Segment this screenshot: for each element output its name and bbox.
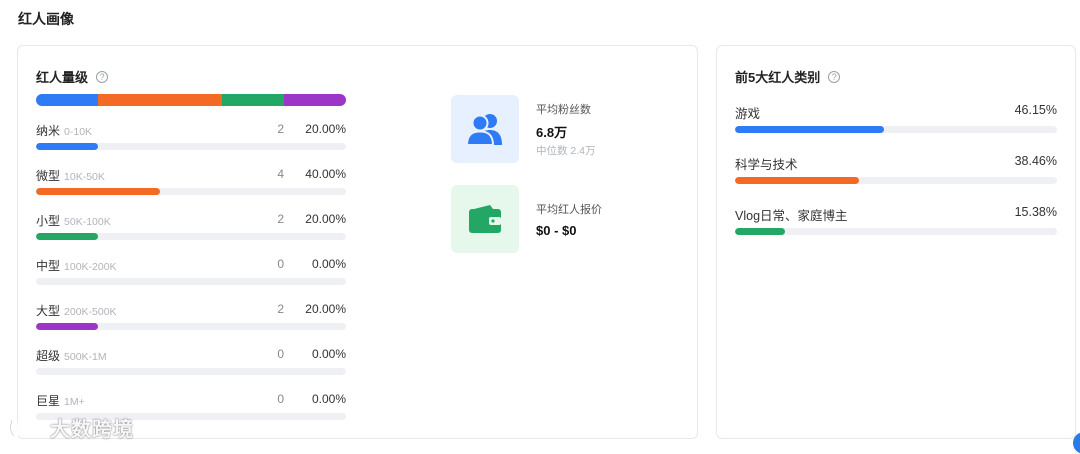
tier-progress-fill	[36, 188, 160, 195]
tier-bar-segment	[222, 94, 284, 106]
categories-card-title: 前5大红人类别	[735, 70, 821, 85]
watermark-text: 大数跨境	[50, 419, 134, 441]
category-name: Vlog日常、家庭博主	[735, 209, 848, 223]
category-progress-track	[735, 126, 1057, 133]
tier-row: 小型 50K-100K 2 20.00%	[36, 212, 346, 240]
tier-name: 超级 500K-1M	[36, 349, 107, 363]
avg-price-label: 平均红人报价	[536, 204, 602, 216]
wallet-icon	[451, 185, 519, 253]
tier-percent: 40.00%	[305, 167, 346, 181]
tier-percent: 20.00%	[305, 302, 346, 316]
category-percent: 15.38%	[1014, 205, 1057, 219]
question-circle-icon[interactable]: ?	[96, 70, 109, 83]
tier-count: 0	[277, 347, 284, 361]
tier-percent: 20.00%	[305, 122, 346, 136]
tier-count: 0	[277, 257, 284, 271]
tier-range: 500K-1M	[64, 351, 107, 363]
category-row: 游戏 46.15%	[735, 103, 1057, 133]
tier-range: 200K-500K	[64, 306, 117, 318]
tier-name: 纳米 0-10K	[36, 124, 93, 138]
tier-progress-track	[36, 188, 346, 195]
category-row: 科学与技术 38.46%	[735, 154, 1057, 184]
tier-progress-fill	[36, 233, 98, 240]
median-followers: 中位数 2.4万	[536, 145, 596, 157]
tier-percent: 0.00%	[311, 257, 346, 271]
tier-percent: 0.00%	[311, 392, 346, 406]
tier-range: 0-10K	[64, 126, 93, 138]
category-percent: 46.15%	[1014, 103, 1057, 117]
users-icon	[451, 95, 519, 163]
tier-row: 中型 100K-200K 0 0.00%	[36, 257, 346, 285]
category-progress-fill	[735, 228, 785, 235]
tier-range: 50K-100K	[64, 216, 111, 228]
tier-percent: 0.00%	[311, 347, 346, 361]
category-progress-fill	[735, 177, 859, 184]
tier-row: 超级 500K-1M 0 0.00%	[36, 347, 346, 375]
top-categories-card: 前5大红人类别 ? 游戏 46.15% 科学与技术 38.46% Vlog日常、家庭博主…	[716, 45, 1076, 439]
avg-followers-value: 6.8万	[536, 125, 568, 140]
tier-row: 纳米 0-10K 2 20.00%	[36, 122, 346, 150]
tier-progress-track	[36, 368, 346, 375]
tier-progress-track	[36, 278, 346, 285]
tier-range: 100K-200K	[64, 261, 117, 273]
tier-count: 0	[277, 392, 284, 406]
categories-card-header: 前5大红人类别 ?	[735, 67, 841, 86]
tier-bar-segment	[284, 94, 346, 106]
tier-card-title: 红人量级	[36, 70, 89, 85]
category-name: 科学与技术	[735, 158, 798, 172]
tier-count: 2	[277, 212, 284, 226]
tier-row: 微型 10K-50K 4 40.00%	[36, 167, 346, 195]
tier-bar-segment	[98, 94, 222, 106]
tier-name: 大型 200K-500K	[36, 304, 117, 318]
tier-progress-track	[36, 143, 346, 150]
page-title: 红人画像	[18, 11, 74, 27]
category-progress-track	[735, 228, 1057, 235]
category-percent: 38.46%	[1014, 154, 1057, 168]
tier-distribution-bar	[36, 94, 346, 106]
avg-followers-label: 平均粉丝数	[536, 104, 591, 116]
tier-name: 巨星 1M+	[36, 394, 85, 408]
tier-progress-track	[36, 233, 346, 240]
question-circle-icon[interactable]: ?	[828, 70, 841, 83]
category-row: Vlog日常、家庭博主 15.38%	[735, 205, 1057, 235]
influencer-tier-card: 红人量级 ? 纳米 0-10K 2 20.00% 微型 10K-50K 4 40.00% 小型 5…	[17, 45, 698, 439]
tier-row: 大型 200K-500K 2 20.00%	[36, 302, 346, 330]
tier-name: 微型 10K-50K	[36, 169, 105, 183]
tier-count: 4	[277, 167, 284, 181]
tier-name: 中型 100K-200K	[36, 259, 117, 273]
brand-logo-icon	[9, 418, 43, 437]
avg-price-value: $0 - $0	[536, 223, 577, 238]
tier-range: 10K-50K	[64, 171, 105, 183]
tier-percent: 20.00%	[305, 212, 346, 226]
tier-progress-track	[36, 323, 346, 330]
category-progress-track	[735, 177, 1057, 184]
tier-range: 1M+	[64, 396, 85, 408]
tier-name: 小型 50K-100K	[36, 214, 111, 228]
category-progress-fill	[735, 126, 884, 133]
watermark: 大数跨境	[8, 413, 134, 442]
tier-row: 巨星 1M+ 0 0.00%	[36, 392, 346, 420]
tier-bar-segment	[36, 94, 98, 106]
tier-count: 2	[277, 302, 284, 316]
tier-progress-fill	[36, 323, 98, 330]
category-name: 游戏	[735, 107, 761, 121]
tier-progress-fill	[36, 143, 98, 150]
tier-card-header: 红人量级 ?	[36, 67, 109, 86]
tier-count: 2	[277, 122, 284, 136]
